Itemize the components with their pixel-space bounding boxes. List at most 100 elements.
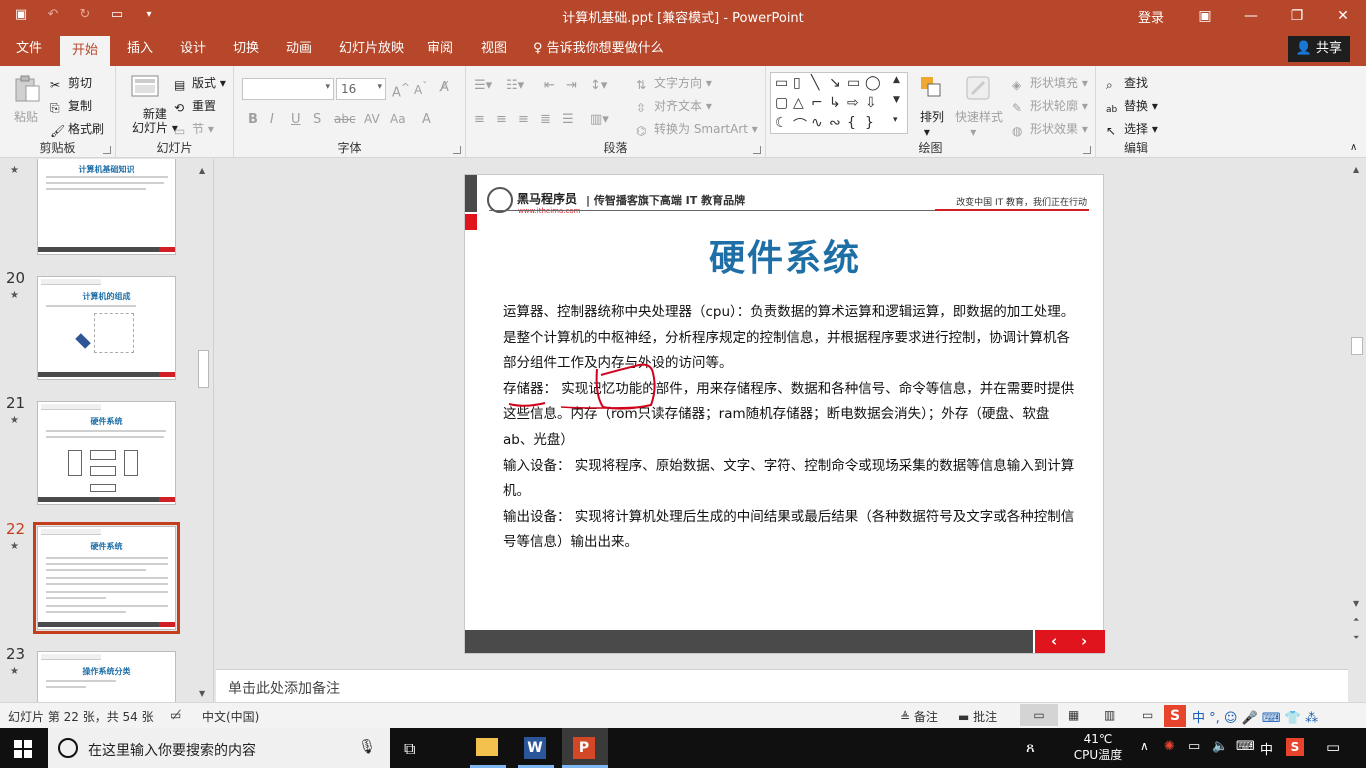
quick-styles-icon[interactable]	[964, 74, 994, 104]
slide-thumbnail-21[interactable]: 硬件系统	[37, 401, 176, 505]
collapse-ribbon-icon[interactable]: ∧	[1350, 142, 1357, 153]
font-size-box[interactable]: 16 ▾	[336, 78, 386, 100]
spellcheck-icon[interactable]: ▭̸	[170, 708, 181, 722]
shape-fill-button[interactable]: ◈ 形状填充 ▾	[1012, 74, 1088, 92]
keyboard-icon[interactable]: ⌨	[1236, 739, 1255, 768]
action-center-icon[interactable]: ▭	[1326, 738, 1340, 768]
distributed-icon[interactable]: ☰	[562, 112, 574, 127]
current-slide[interactable]: 黑马程序员 www.itheima.com | 传智播客旗下高端 IT 教育品牌…	[464, 174, 1105, 654]
shadow-icon[interactable]: S	[313, 112, 321, 127]
numbering-icon[interactable]: ☷▾	[506, 78, 524, 93]
scroll-up-icon[interactable]: ▲	[199, 166, 205, 175]
elbow-arrow-shape-icon[interactable]: ↳	[829, 95, 841, 111]
ribbon-display-icon[interactable]: ▣	[1182, 0, 1228, 32]
people-icon[interactable]: ጸ	[1026, 738, 1035, 768]
slide-thumbnail-20[interactable]: 计算机的组成	[37, 276, 176, 380]
thumbnails-scrollbar[interactable]: ▲ ▼	[196, 162, 211, 702]
copy-button[interactable]: ⎘ 复制	[50, 97, 92, 115]
tab-view[interactable]: 视图	[477, 32, 511, 66]
select-button[interactable]: ↖ 选择 ▾	[1106, 120, 1158, 138]
shapes-gallery[interactable]: ▭ ▯ ╲ ↘ ▭ ◯ ▢ △ ⌐ ↳ ⇨ ⇩ ☾ ⌒ ∿ ∾ { } ▲ ▼ …	[770, 72, 908, 134]
reading-view-icon[interactable]: ▥	[1104, 708, 1115, 722]
tab-file[interactable]: 文件	[12, 32, 46, 66]
tab-slideshow[interactable]: 幻灯片放映	[335, 32, 408, 66]
new-slide-icon[interactable]	[130, 72, 160, 102]
login-link[interactable]: 登录	[1138, 7, 1164, 26]
paragraph-launcher[interactable]	[753, 146, 761, 154]
windows-start-icon[interactable]	[14, 740, 32, 758]
sogou-logo-icon[interactable]: S	[1164, 705, 1186, 727]
scroll-thumb[interactable]	[198, 350, 209, 388]
vertical-textbox-shape-icon[interactable]: ▯	[793, 75, 801, 91]
find-button[interactable]: ⌕ 查找	[1106, 74, 1148, 92]
line-shape-icon[interactable]: ╲	[811, 75, 819, 91]
triangle-shape-icon[interactable]: △	[793, 95, 804, 111]
prev-slide-icon[interactable]: ⏶	[1353, 615, 1359, 625]
arrow-line-shape-icon[interactable]: ↘	[829, 75, 841, 91]
down-arrow-shape-icon[interactable]: ⇩	[865, 95, 877, 111]
comments-toggle[interactable]: ▬ 批注	[958, 708, 997, 725]
strikethrough-icon[interactable]: abc	[334, 112, 356, 126]
gallery-more-icon[interactable]: ▾	[893, 115, 898, 125]
paste-icon[interactable]	[12, 74, 42, 104]
network-icon[interactable]: ▭	[1188, 739, 1200, 768]
textbox-shape-icon[interactable]: ▭	[775, 75, 788, 91]
language-indicator[interactable]: 中文(中国)	[202, 708, 259, 725]
shape-effects-button[interactable]: ◍ 形状效果 ▾	[1012, 120, 1088, 138]
shape-outline-button[interactable]: ✎ 形状轮廓 ▾	[1012, 97, 1088, 115]
sogou-tray-icon[interactable]: S	[1286, 738, 1304, 756]
tab-transitions[interactable]: 切换	[229, 32, 263, 66]
left-brace-shape-icon[interactable]: {	[847, 115, 856, 131]
scroll-down-icon[interactable]: ▼	[199, 689, 205, 698]
slide-thumbnail-23[interactable]: 操作系统分类	[37, 651, 176, 702]
rounded-rect-shape-icon[interactable]: ▢	[775, 95, 788, 111]
gallery-up-icon[interactable]: ▲	[893, 75, 900, 85]
microphone-icon[interactable]: 🎙	[358, 739, 376, 755]
editor-scroll-down-icon[interactable]: ▼	[1353, 599, 1359, 608]
nav-prev-icon[interactable]: ‹	[1051, 632, 1057, 650]
curve-shape-icon[interactable]: ∿	[811, 115, 823, 131]
paste-label[interactable]: 粘贴	[14, 108, 38, 125]
slide-thumbnail-19[interactable]: 计算机基础知识	[37, 159, 176, 255]
replace-button[interactable]: ab 替换 ▾	[1106, 97, 1158, 119]
drawing-launcher[interactable]	[1083, 146, 1091, 154]
increase-indent-icon[interactable]: ⇥	[566, 78, 577, 93]
tab-home[interactable]: 开始	[60, 36, 111, 66]
clipboard-launcher[interactable]	[103, 146, 111, 154]
close-icon[interactable]: ✕	[1320, 0, 1366, 32]
slide-body-text[interactable]: 运算器、控制器统称中央处理器（cpu）：负责数据的算术运算和逻辑运算，即数据的加…	[503, 300, 1075, 556]
tab-insert[interactable]: 插入	[123, 32, 157, 66]
change-case-icon[interactable]: Aa	[390, 112, 406, 126]
justify-icon[interactable]: ≣	[540, 112, 551, 127]
columns-icon[interactable]: ▥▾	[590, 112, 609, 127]
tab-animations[interactable]: 动画	[282, 32, 316, 66]
elbow-connector-shape-icon[interactable]: ⌐	[811, 95, 823, 111]
arc-shape-icon[interactable]: ⌒	[793, 115, 807, 135]
right-brace-shape-icon[interactable]: }	[865, 115, 874, 131]
smartart-button[interactable]: ⌬ 转换为 SmartArt ▾	[636, 120, 758, 138]
notes-pane[interactable]: 单击此处添加备注	[216, 669, 1348, 702]
underline-icon[interactable]: U	[291, 112, 301, 127]
tray-expand-icon[interactable]: ∧	[1140, 739, 1149, 768]
task-view-icon[interactable]: ⧉	[404, 739, 415, 768]
quick-styles-button[interactable]: 快速样式 ▾	[955, 108, 1003, 139]
sorter-view-icon[interactable]: ▦	[1068, 708, 1079, 722]
powerpoint-icon[interactable]: P	[562, 728, 608, 768]
gallery-down-icon[interactable]: ▼	[893, 95, 900, 105]
share-button[interactable]: 👤 共享	[1287, 36, 1350, 62]
format-painter-button[interactable]: 🖌 格式刷	[50, 120, 104, 138]
layout-button[interactable]: ▤ 版式 ▾	[174, 74, 226, 92]
reset-button[interactable]: ⟲ 重置	[174, 97, 216, 115]
ime-mode-icon[interactable]: 中 °, ☺ 🎤 ⌨ 👕 ⁂	[1192, 707, 1318, 726]
editor-scroll-thumb[interactable]	[1351, 337, 1363, 355]
align-right-icon[interactable]: ≡	[518, 112, 529, 127]
file-explorer-icon[interactable]	[466, 728, 510, 768]
word-icon[interactable]: W	[514, 728, 558, 768]
clear-format-icon[interactable]: A̸	[440, 80, 449, 95]
arrange-button[interactable]: 排列 ▾	[920, 108, 944, 139]
cut-button[interactable]: ✂ 剪切	[50, 74, 92, 92]
bullets-icon[interactable]: ☰▾	[474, 78, 492, 93]
slide-title[interactable]: 硬件系统	[465, 229, 1105, 281]
rectangle-shape-icon[interactable]: ▭	[847, 75, 860, 91]
align-left-icon[interactable]: ≡	[474, 112, 485, 127]
